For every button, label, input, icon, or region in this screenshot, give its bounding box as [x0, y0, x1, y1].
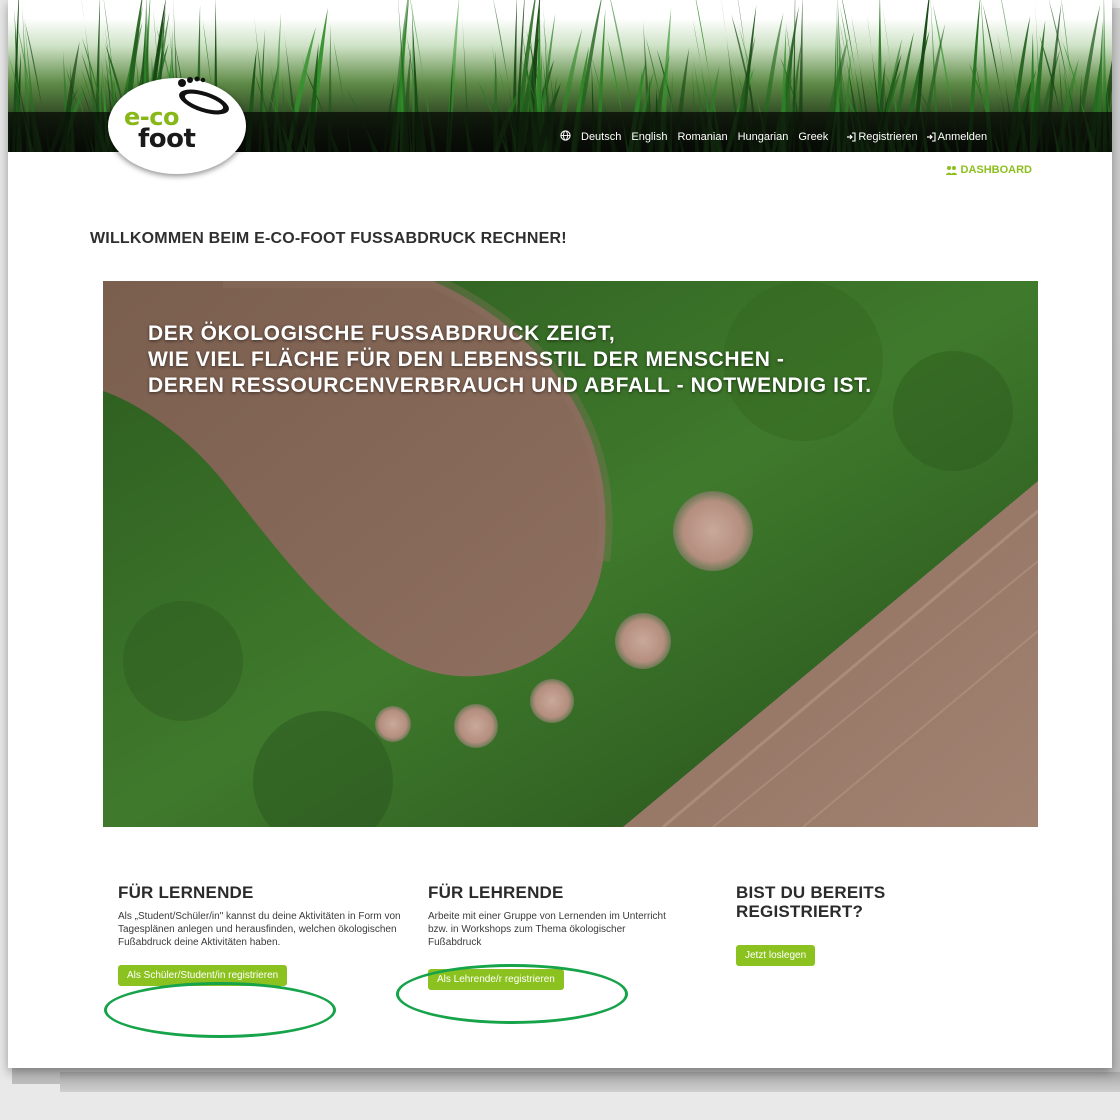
already-registered-section: BIST DU BEREITS REGISTRIERT? Jetzt losle… — [736, 883, 936, 966]
register-link[interactable]: Registrieren — [846, 131, 918, 143]
dashboard-label: DASHBOARD — [960, 164, 1033, 176]
lang-deutsch[interactable]: Deutsch — [581, 131, 621, 143]
logo-wordmark: e-co foot — [124, 105, 214, 154]
teachers-title: FÜR LEHRENDE — [428, 883, 564, 902]
logo-text-foot: foot — [138, 124, 196, 154]
dashboard-link[interactable]: DASHBOARD — [945, 164, 1033, 176]
login-arrow-icon — [847, 132, 856, 142]
learners-section: FÜR LERNENDE Als „Student/Schüler/in" ka… — [118, 883, 408, 986]
hero-line-3: DEREN RESSOURCENVERBRAUCH UND ABFALL - N… — [148, 374, 872, 397]
teachers-text: Arbeite mit einer Gruppe von Lernenden i… — [428, 911, 666, 948]
teachers-section: FÜR LEHRENDE Arbeite mit einer Gruppe vo… — [428, 883, 678, 990]
hero-headline: DER ÖKOLOGISCHE FUSSABDRUCK ZEIGT, WIE V… — [148, 321, 872, 399]
lang-romanian[interactable]: Romanian — [677, 131, 727, 143]
get-started-button[interactable]: Jetzt loslegen — [736, 945, 816, 966]
learners-title: FÜR LERNENDE — [118, 883, 254, 902]
bottom-shadow-band — [60, 1072, 1120, 1092]
logo[interactable]: e-co foot — [108, 76, 246, 174]
already-registered-title: BIST DU BEREITS REGISTRIERT? — [736, 883, 886, 921]
login-label: Anmelden — [937, 131, 988, 143]
globe-icon — [560, 130, 571, 144]
page: Deutsch English Romanian Hungarian Greek… — [8, 0, 1112, 1068]
login-arrow-icon — [926, 132, 936, 142]
dashboard-icon — [945, 166, 957, 175]
lang-greek[interactable]: Greek — [798, 131, 828, 143]
learners-text: Als „Student/Schüler/in" kannst du deine… — [118, 911, 401, 948]
hero-banner: DER ÖKOLOGISCHE FUSSABDRUCK ZEIGT, WIE V… — [103, 281, 1038, 827]
register-label: Registrieren — [858, 131, 918, 143]
lang-english[interactable]: English — [631, 131, 667, 143]
login-link[interactable]: Anmelden — [926, 131, 988, 143]
lang-hungarian[interactable]: Hungarian — [738, 131, 789, 143]
register-teacher-button[interactable]: Als Lehrende/r registrieren — [428, 969, 564, 990]
top-navigation: Deutsch English Romanian Hungarian Greek… — [560, 129, 987, 145]
register-student-button[interactable]: Als Schüler/Student/in registrieren — [118, 965, 288, 986]
page-title: WILLKOMMEN BEIM E-CO-FOOT FUSSABDRUCK RE… — [90, 230, 567, 247]
hero-line-2: WIE VIEL FLÄCHE FÜR DEN LEBENSSTIL DER M… — [148, 348, 785, 371]
hero-line-1: DER ÖKOLOGISCHE FUSSABDRUCK ZEIGT, — [148, 322, 616, 345]
highlight-ring-student — [104, 982, 336, 1038]
